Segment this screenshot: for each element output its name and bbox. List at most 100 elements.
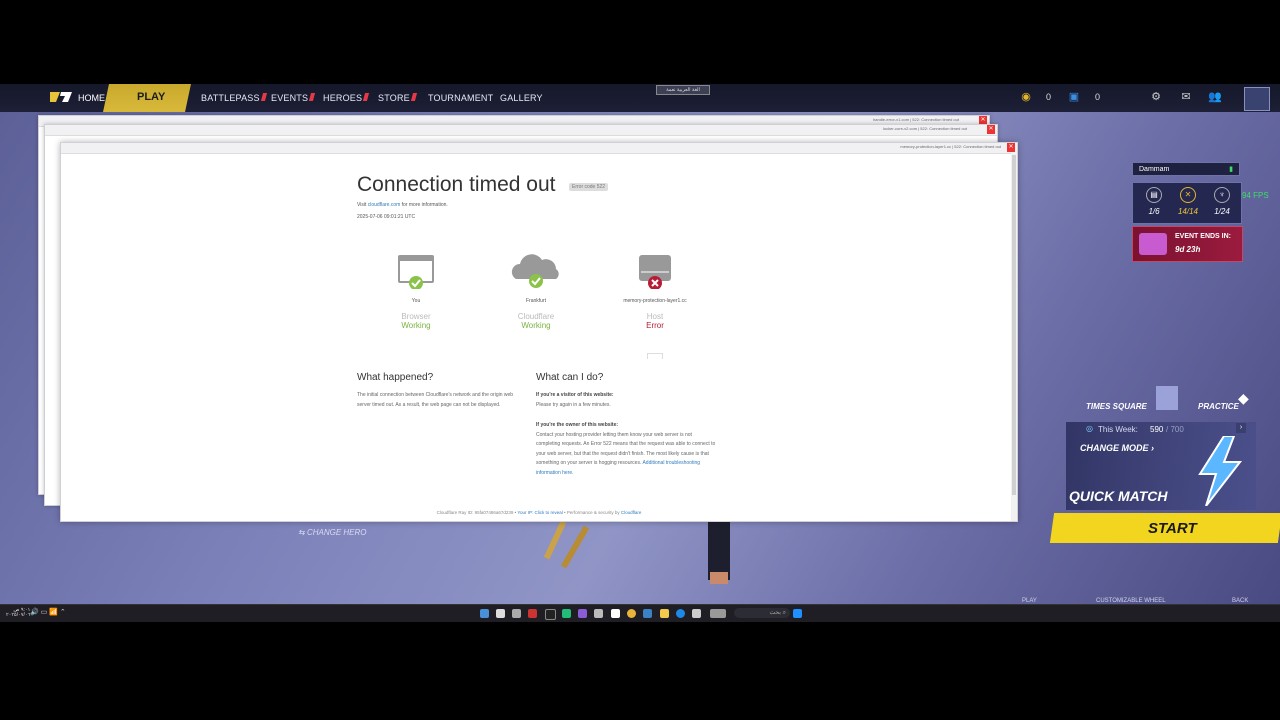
- trophy-icon: ♆: [1214, 187, 1230, 203]
- visitor-heading: If you're a visitor of this website:: [536, 392, 614, 398]
- task-view-icon[interactable]: [480, 609, 489, 618]
- cf-footer: Cloudflare Ray ID: 95fa07486a67d239 • Yo…: [436, 510, 642, 515]
- notification-badge-icon: [309, 93, 316, 101]
- footer-cloudflare-link[interactable]: Cloudflare: [621, 510, 642, 515]
- nav-events[interactable]: EVENTS: [271, 93, 316, 103]
- reveal-ip-link[interactable]: Your IP: Click to reveal: [517, 510, 562, 515]
- app-icon[interactable]: [512, 609, 521, 618]
- nav-battlepass-label: BATTLEPASS: [201, 93, 260, 103]
- browser-window-main[interactable]: memory-protection-layer1.cc | 522: Conne…: [60, 142, 1018, 522]
- app-icon[interactable]: [578, 609, 587, 618]
- region-indicator[interactable]: Dammam ▮: [1132, 162, 1240, 176]
- node-role: Host: [646, 312, 664, 321]
- stat-value: 1/6: [1148, 207, 1160, 216]
- edge-icon[interactable]: [676, 609, 685, 618]
- nav-battlepass[interactable]: BATTLEPASS: [201, 93, 267, 103]
- what-happened-text: The initial connection between Cloudflar…: [357, 392, 514, 408]
- chevron-right-icon[interactable]: ›: [1236, 423, 1246, 433]
- close-icon[interactable]: ✕: [987, 125, 995, 134]
- settings-gear-icon[interactable]: ⚙: [1150, 91, 1162, 103]
- blue-currency-icon: ▣: [1068, 91, 1080, 103]
- start-menu-icon[interactable]: [793, 609, 802, 618]
- mode-times-square[interactable]: TIMES SQUARE: [1086, 402, 1147, 411]
- gold-coin-icon: ◉: [1021, 91, 1031, 103]
- event-time: 9d 23h: [1175, 245, 1201, 254]
- scrollbar-thumb[interactable]: [1012, 155, 1016, 495]
- nav-store[interactable]: STORE: [378, 93, 417, 103]
- gold-currency-count: 0: [1046, 92, 1052, 102]
- visitor-section: If you're a visitor of this website: Ple…: [536, 391, 716, 410]
- mail-icon[interactable]: ✉: [1180, 91, 1192, 103]
- folder-icon[interactable]: [660, 609, 669, 618]
- app-icon[interactable]: [594, 609, 603, 618]
- error-code-badge: Error code 522: [569, 183, 609, 191]
- ray-id: Cloudflare Ray ID: 95fa07486a67d239: [436, 510, 514, 515]
- node-status: Working: [521, 321, 551, 330]
- server-icon: [639, 255, 671, 290]
- timestamp: 2025-07-06 09:01:21 UTC: [357, 214, 416, 220]
- window-titlebar: memory-protection-layer1.cc | 522: Conne…: [61, 143, 1017, 154]
- this-week-label: This Week:: [1098, 425, 1138, 434]
- owner-heading: If you're the owner of this website:: [536, 422, 619, 428]
- nav-home[interactable]: HOME: [78, 93, 105, 103]
- hero-character: [543, 520, 748, 600]
- window-title: handle-error-v1.com | 522: Connection ti…: [873, 117, 959, 122]
- notification-badge-icon: [260, 93, 267, 101]
- practice-icon: ◆: [1238, 390, 1249, 406]
- taskbar-search[interactable]: بحث ⌕: [734, 608, 790, 618]
- times-square-icon: [1156, 386, 1178, 410]
- clock-date: ٢٠٢٥/٠٧/٠٦: [6, 612, 31, 618]
- nav-heroes[interactable]: HEROES: [323, 93, 370, 103]
- player-avatar[interactable]: [1244, 87, 1270, 111]
- app-icon[interactable]: [528, 609, 537, 618]
- cloudflare-link[interactable]: cloudflare.com: [368, 202, 401, 208]
- node-place: Frankfurt: [525, 298, 546, 304]
- app-icon[interactable]: [643, 609, 652, 618]
- search-label: بحث: [769, 610, 781, 616]
- tray-icons[interactable]: 🔊 ▭ 📶 ⌃: [30, 608, 66, 616]
- event-banner[interactable]: EVENT ENDS IN: 9d 23h: [1132, 226, 1243, 262]
- status-node-cloudflare: Frankfurt Cloudflare Working: [496, 253, 576, 330]
- scrollbar[interactable]: [1011, 153, 1017, 521]
- stat-value: 14/14: [1177, 207, 1199, 216]
- nav-play[interactable]: PLAY: [137, 91, 165, 103]
- quick-match-panel[interactable]: ◎ This Week: 590 / 700 › CHANGE MODE › Q…: [1066, 422, 1256, 510]
- lightning-icon: [1198, 436, 1243, 506]
- event-title: EVENT ENDS IN:: [1175, 233, 1232, 240]
- browser-icon: [398, 255, 434, 290]
- start-button[interactable]: START: [1148, 520, 1197, 537]
- change-mode-button[interactable]: CHANGE MODE ›: [1080, 443, 1154, 453]
- mode-practice[interactable]: PRACTICE: [1198, 402, 1239, 411]
- nav-events-label: EVENTS: [271, 93, 309, 103]
- app-icon[interactable]: [611, 609, 620, 618]
- stat-item: ♆ 1/24: [1207, 187, 1237, 216]
- game-logo-icon: [50, 92, 72, 102]
- status-node-host: memory-protection-layer1.cc Host Error: [615, 253, 695, 330]
- region-label: Dammam: [1139, 166, 1170, 173]
- signal-icon: ▮: [1229, 166, 1233, 173]
- close-icon[interactable]: ✕: [1007, 143, 1015, 152]
- stat-value: 1/24: [1214, 207, 1230, 216]
- target-icon: ◎: [1086, 424, 1093, 433]
- error-title: Connection timed out: [357, 173, 556, 196]
- app-icon[interactable]: [692, 609, 701, 618]
- stats-panel: ▤ 1/6 ✕ 14/14 ♆ 1/24: [1132, 182, 1242, 224]
- what-happened-title: What happened?: [357, 372, 434, 383]
- file-explorer-icon[interactable]: [496, 609, 505, 618]
- nav-tournament[interactable]: TOURNAMENT: [428, 93, 493, 103]
- node-place: You: [411, 298, 421, 304]
- change-mode-label: CHANGE MODE: [1080, 443, 1149, 453]
- divider: [647, 353, 663, 359]
- friends-icon[interactable]: 👥: [1208, 91, 1222, 103]
- change-hero-button[interactable]: ⇆ CHANGE HERO: [298, 528, 367, 537]
- badge-icon: ▤: [1146, 187, 1162, 203]
- node-role: Cloudflare: [517, 312, 555, 321]
- app-icon[interactable]: [710, 609, 726, 618]
- chrome-icon[interactable]: [627, 609, 636, 618]
- app-icon[interactable]: [562, 609, 571, 618]
- app-icon[interactable]: [545, 609, 556, 620]
- status-node-browser: You Browser Working: [376, 253, 456, 330]
- nav-gallery[interactable]: GALLERY: [500, 93, 543, 103]
- clock: ٩:٠١ ص ٢٠٢٥/٠٧/٠٦: [6, 608, 30, 618]
- visit-line: Visit cloudflare.com for more informatio…: [357, 202, 448, 208]
